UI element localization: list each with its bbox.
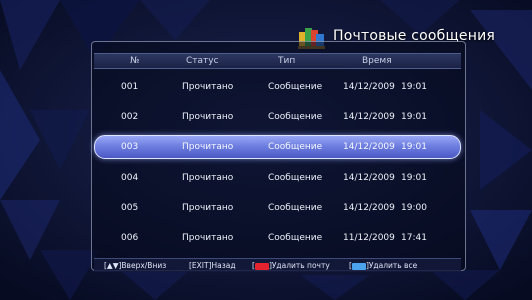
cell-type: Сообщение — [268, 112, 323, 122]
cell-time: 19:00 — [401, 203, 427, 213]
cell-time: 19:01 — [401, 173, 427, 183]
cell-type: Сообщение — [268, 82, 323, 92]
cell-time: 19:01 — [401, 142, 427, 152]
help-delete-all: []Удалить все — [349, 259, 417, 272]
cell-date: 11/12/2009 — [343, 233, 395, 243]
cell-date: 14/12/2009 — [343, 82, 395, 92]
red-key-icon — [254, 262, 269, 270]
cell-date: 14/12/2009 — [343, 173, 395, 183]
mail-list-panel: № Статус Тип Время 001 Прочитано Сообщен… — [91, 41, 466, 272]
table-row[interactable]: 001 Прочитано Сообщение 14/12/2009 19:01 — [94, 76, 459, 98]
header-type: Тип — [278, 56, 296, 66]
table-row-selected[interactable]: 003 Прочитано Сообщение 14/12/2009 19:01 — [94, 135, 461, 159]
cell-status: Прочитано — [182, 233, 234, 243]
cell-number: 003 — [121, 142, 139, 152]
cell-type: Сообщение — [268, 173, 323, 183]
cell-type: Сообщение — [268, 142, 323, 152]
table-header: № Статус Тип Время — [94, 53, 461, 69]
table-row[interactable]: 005 Прочитано Сообщение 14/12/2009 19:00 — [94, 197, 459, 219]
cell-date: 14/12/2009 — [343, 112, 395, 122]
help-delete-mail: []Удалить почту — [252, 259, 330, 272]
cell-status: Прочитано — [182, 82, 234, 92]
cell-status: Прочитано — [182, 142, 234, 152]
cell-time: 19:01 — [401, 112, 427, 122]
cell-number: 006 — [121, 233, 139, 243]
table-row[interactable]: 004 Прочитано Сообщение 14/12/2009 19:01 — [94, 167, 459, 189]
cell-time: 17:41 — [401, 233, 427, 243]
cell-number: 002 — [121, 112, 139, 122]
cell-number: 004 — [121, 173, 139, 183]
help-delete-mail-label: ]Удалить почту — [268, 261, 330, 270]
cell-type: Сообщение — [268, 233, 323, 243]
cell-number: 001 — [121, 82, 139, 92]
help-delete-all-label: ]Удалить все — [365, 261, 418, 270]
cell-type: Сообщение — [268, 203, 323, 213]
cell-status: Прочитано — [182, 203, 234, 213]
cell-number: 005 — [121, 203, 139, 213]
cell-date: 14/12/2009 — [343, 203, 395, 213]
header-number: № — [130, 56, 140, 66]
table-row[interactable]: 002 Прочитано Сообщение 14/12/2009 19:01 — [94, 106, 459, 128]
cell-status: Прочитано — [182, 112, 234, 122]
header-status: Статус — [186, 56, 219, 66]
header-time: Время — [362, 56, 392, 66]
cell-status: Прочитано — [182, 173, 234, 183]
cell-date: 14/12/2009 — [343, 142, 395, 152]
help-exit: [EXIT]Назад — [189, 261, 236, 270]
help-bar: [▲▼]Вверх/Вниз [EXIT]Назад []Удалить поч… — [94, 258, 461, 272]
cell-time: 19:01 — [401, 82, 427, 92]
table-row[interactable]: 006 Прочитано Сообщение 11/12/2009 17:41 — [94, 227, 459, 249]
help-nav: [▲▼]Вверх/Вниз — [104, 261, 167, 270]
blue-key-icon — [351, 262, 366, 270]
